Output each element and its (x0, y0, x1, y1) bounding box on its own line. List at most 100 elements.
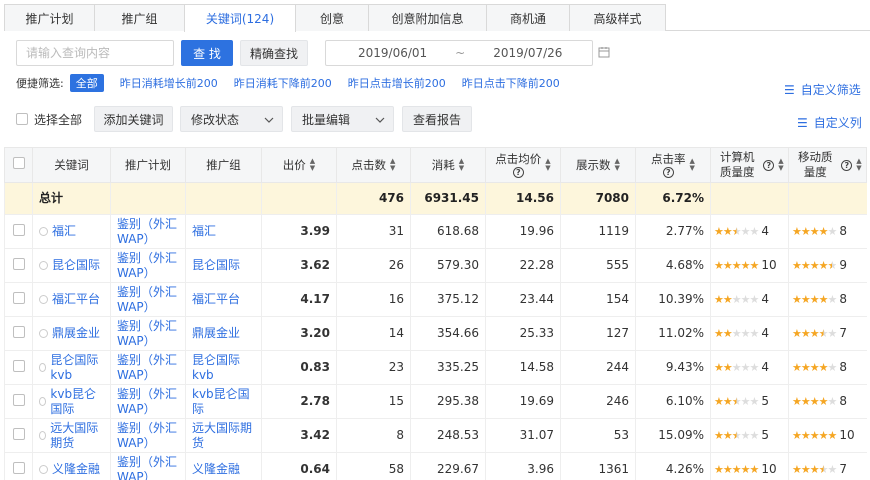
group-link[interactable]: 福汇平台 (185, 282, 262, 317)
calendar-icon[interactable] (598, 46, 610, 61)
row-checkbox[interactable] (12, 427, 25, 440)
header-clicks[interactable]: 点击数 ▲ ▼ (336, 147, 411, 183)
sort-icon[interactable]: ▲ ▼ (856, 158, 861, 172)
tab-group[interactable]: 推广组 (94, 4, 185, 31)
group-link[interactable]: 义隆金融 (185, 452, 262, 480)
group-link[interactable]: kvb昆仑国际 (185, 384, 262, 419)
keyword-link[interactable]: 远大国际期货 (50, 421, 104, 451)
status-radio-icon[interactable] (39, 261, 48, 270)
plan-link[interactable]: 鉴别（外汇WAP） (110, 316, 186, 351)
sort-icon[interactable]: ▲ ▼ (690, 158, 695, 172)
status-radio-icon[interactable] (39, 363, 47, 372)
status-radio-icon[interactable] (39, 329, 48, 338)
tab-keyword[interactable]: 关键词(124) (184, 4, 296, 32)
bid-cell[interactable]: 0.64 (261, 452, 337, 480)
table-row[interactable]: 鼎展金业 鉴别（外汇WAP） 鼎展金业 3.20 14 354.66 25.33 127 11.… (4, 316, 867, 351)
search-button[interactable]: 查 找 (181, 40, 233, 66)
bid-cell[interactable]: 2.78 (261, 384, 337, 419)
bid-cell[interactable]: 3.42 (261, 418, 337, 453)
row-checkbox[interactable] (12, 291, 25, 304)
plan-link[interactable]: 鉴别（外汇WAP） (110, 282, 186, 317)
table-row[interactable]: 义隆金融 鉴别（外汇WAP） 义隆金融 0.64 58 229.67 3.96 1361 4.2… (4, 452, 867, 480)
bid-cell[interactable]: 0.83 (261, 350, 337, 385)
filter-chip-all[interactable]: 全部 (69, 74, 104, 92)
sort-icon[interactable]: ▲ ▼ (459, 158, 464, 172)
bid-cell[interactable]: 3.99 (261, 214, 337, 249)
group-link[interactable]: 远大国际期货 (185, 418, 262, 453)
view-report-button[interactable]: 查看报告 (402, 106, 472, 132)
table-row[interactable]: 远大国际期货 鉴别（外汇WAP） 远大国际期货 3.42 8 248.53 31.07 53 1… (4, 418, 867, 453)
bid-cell[interactable]: 3.20 (261, 316, 337, 351)
table-row[interactable]: 福汇 鉴别（外汇WAP） 福汇 3.99 31 618.68 19.96 1119 2.77% ★… (4, 214, 867, 249)
plan-link[interactable]: 鉴别（外汇WAP） (110, 350, 186, 385)
plan-link[interactable]: 鉴别（外汇WAP） (110, 384, 186, 419)
status-radio-icon[interactable] (39, 227, 48, 236)
keyword-link[interactable]: 昆仑国际 (52, 258, 100, 273)
row-checkbox[interactable] (12, 325, 25, 338)
tab-business[interactable]: 商机通 (486, 4, 570, 31)
status-radio-icon[interactable] (39, 295, 48, 304)
table-row[interactable]: 福汇平台 鉴别（外汇WAP） 福汇平台 4.17 16 375.12 23.44 154 10.… (4, 282, 867, 317)
table-row[interactable]: 昆仑国际kvb 鉴别（外汇WAP） 昆仑国际kvb 0.83 23 335.25 14.58… (4, 350, 867, 385)
sort-icon[interactable]: ▲ ▼ (778, 158, 783, 172)
filter-chip-click-up[interactable]: 昨日点击增长前200 (342, 74, 452, 92)
search-input[interactable] (16, 40, 174, 66)
table-row[interactable]: 昆仑国际 鉴别（外汇WAP） 昆仑国际 3.62 26 579.30 22.28 555 4.6… (4, 248, 867, 283)
help-icon[interactable]: ? (763, 159, 775, 171)
filter-chip-cost-down[interactable]: 昨日消耗下降前200 (228, 74, 338, 92)
header-mobile-quality[interactable]: 移动质量度? ▲ ▼ (788, 147, 867, 183)
group-link[interactable]: 鼎展金业 (185, 316, 262, 351)
plan-link[interactable]: 鉴别（外汇WAP） (110, 248, 186, 283)
header-impressions[interactable]: 展示数 ▲ ▼ (560, 147, 636, 183)
table-row[interactable]: kvb昆仑国际 鉴别（外汇WAP） kvb昆仑国际 2.78 15 295.38 19.69… (4, 384, 867, 419)
header-cost[interactable]: 消耗 ▲ ▼ (410, 147, 486, 183)
row-checkbox[interactable] (12, 461, 25, 474)
tab-plan[interactable]: 推广计划 (4, 4, 95, 31)
plan-link[interactable]: 鉴别（外汇WAP） (110, 214, 186, 249)
keyword-link[interactable]: kvb昆仑国际 (50, 387, 104, 417)
select-all-checkbox[interactable] (16, 113, 28, 125)
header-bid[interactable]: 出价 ▲ ▼ (261, 147, 337, 183)
add-keyword-button[interactable]: 添加关键词 (94, 106, 173, 132)
status-radio-icon[interactable] (39, 431, 47, 440)
header-pc-quality[interactable]: 计算机质量度? ▲ ▼ (710, 147, 789, 183)
sort-icon[interactable]: ▲ ▼ (390, 158, 395, 172)
sort-icon[interactable]: ▲ ▼ (545, 158, 550, 172)
row-checkbox[interactable] (12, 223, 25, 236)
plan-link[interactable]: 鉴别（外汇WAP） (110, 418, 186, 453)
status-radio-icon[interactable] (39, 397, 47, 406)
select-all[interactable]: 选择全部 (16, 106, 86, 132)
group-link[interactable]: 福汇 (185, 214, 262, 249)
status-radio-icon[interactable] (39, 465, 48, 474)
row-checkbox[interactable] (12, 359, 25, 372)
bid-cell[interactable]: 3.62 (261, 248, 337, 283)
header-avg-cpc[interactable]: 点击均价? ▲ ▼ (485, 147, 561, 183)
keyword-link[interactable]: 义隆金融 (52, 462, 100, 477)
row-checkbox[interactable] (12, 257, 25, 270)
filter-chip-cost-up[interactable]: 昨日消耗增长前200 (114, 74, 224, 92)
custom-filter-link[interactable]: ☰ 自定义筛选 (784, 81, 861, 98)
exact-search-button[interactable]: 精确查找 (240, 40, 308, 66)
bid-cell[interactable]: 4.17 (261, 282, 337, 317)
header-checkbox[interactable] (12, 157, 25, 169)
help-icon[interactable]: ? (512, 167, 524, 178)
tab-creative-extra[interactable]: 创意附加信息 (368, 4, 487, 31)
filter-chip-click-down[interactable]: 昨日点击下降前200 (456, 74, 566, 92)
custom-columns-link[interactable]: ☰ 自定义列 (797, 114, 862, 131)
row-checkbox[interactable] (12, 393, 25, 406)
keyword-link[interactable]: 福汇 (52, 224, 76, 239)
tab-advanced-style[interactable]: 高级样式 (569, 4, 666, 31)
help-icon[interactable]: ? (841, 159, 853, 171)
keyword-link[interactable]: 鼎展金业 (52, 326, 100, 341)
help-icon[interactable]: ? (662, 167, 674, 178)
header-ctr[interactable]: 点击率? ▲ ▼ (635, 147, 711, 183)
tab-creative[interactable]: 创意 (295, 4, 369, 31)
date-range-picker[interactable]: 2019/06/01 ~ 2019/07/26 (325, 40, 610, 66)
group-link[interactable]: 昆仑国际 (185, 248, 262, 283)
plan-link[interactable]: 鉴别（外汇WAP） (110, 452, 186, 480)
group-link[interactable]: 昆仑国际kvb (185, 350, 262, 385)
batch-edit-select[interactable]: 批量编辑 (291, 106, 394, 132)
keyword-link[interactable]: 福汇平台 (52, 292, 100, 307)
sort-icon[interactable]: ▲ ▼ (310, 158, 315, 172)
sort-icon[interactable]: ▲ ▼ (615, 158, 620, 172)
